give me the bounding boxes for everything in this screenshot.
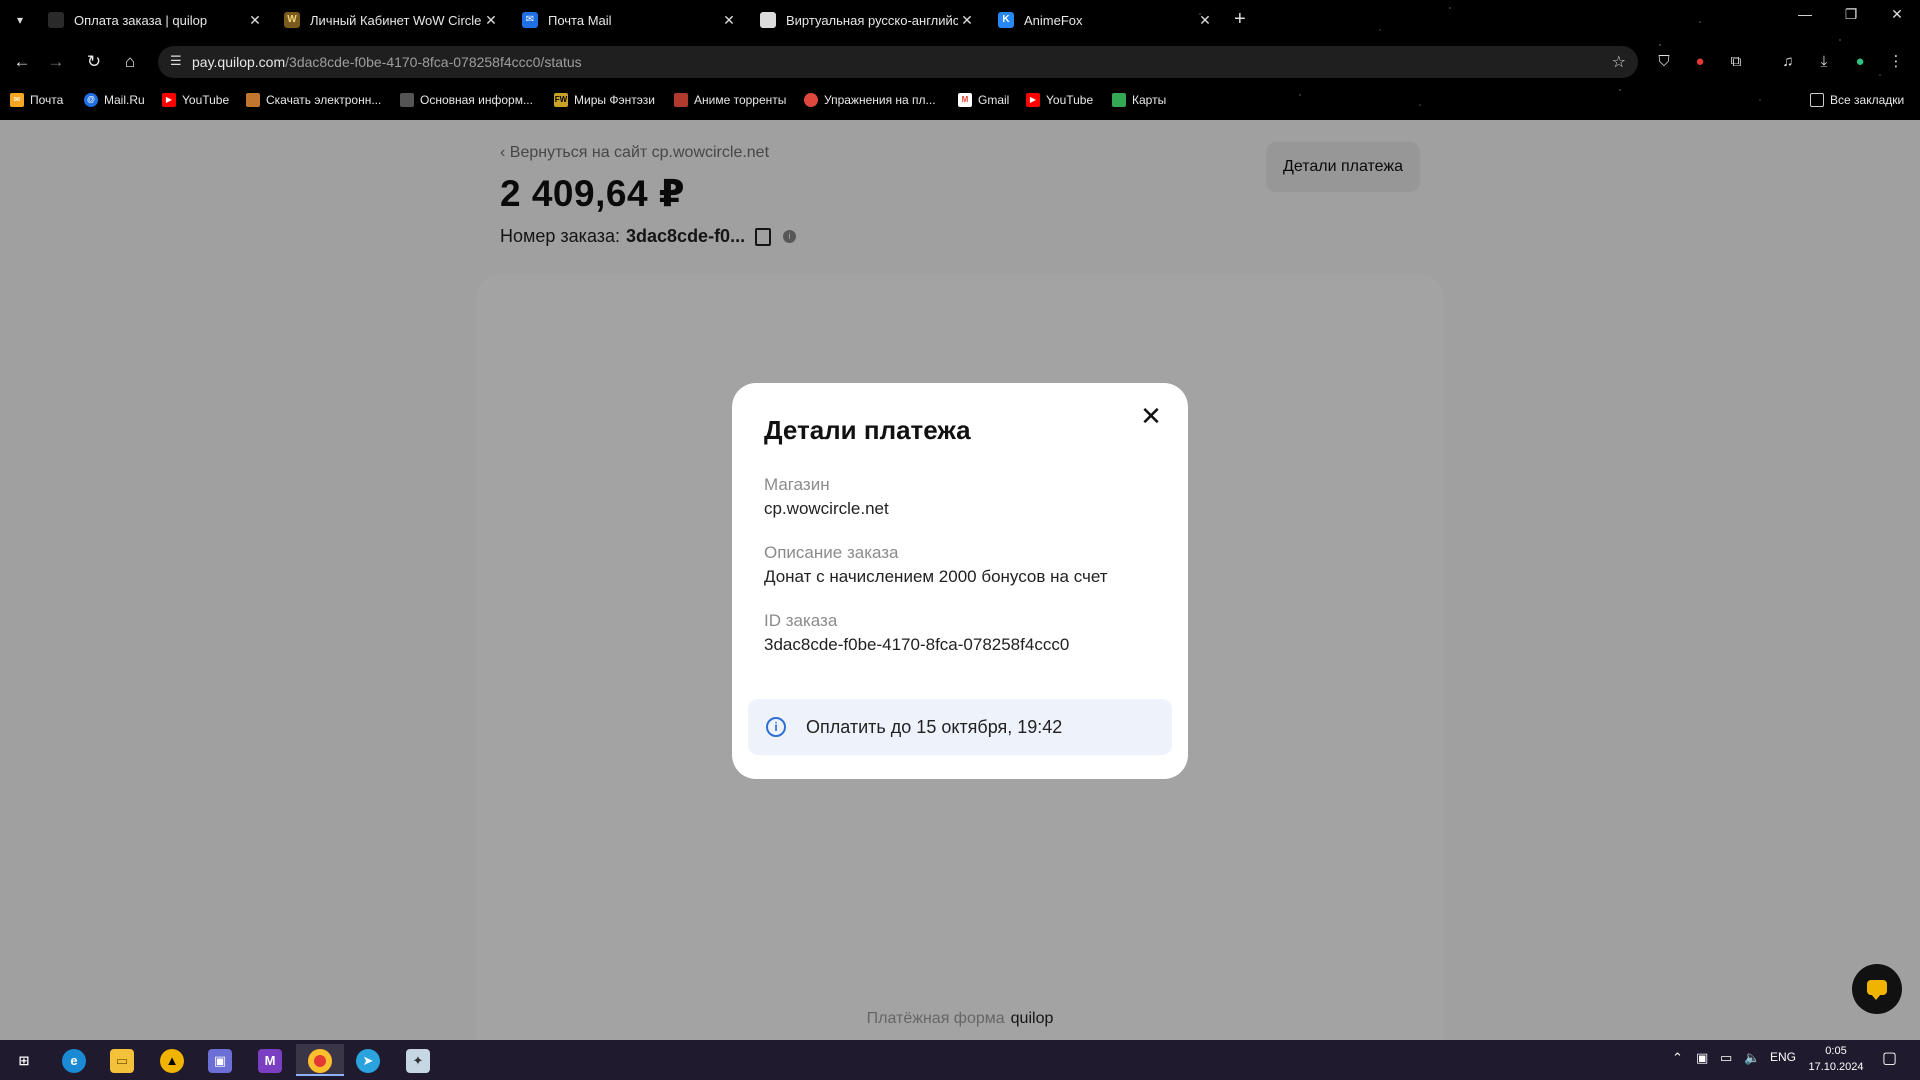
- chrome-icon[interactable]: [296, 1044, 344, 1076]
- tab-strip: ▾ Оплата заказа | quilop ✕ W Личный Каби…: [0, 0, 1920, 40]
- toolbar: ← → ↻ ⌂ ☰ pay.quilop.com/3dac8cde-f0be-4…: [0, 44, 1920, 80]
- payment-details-modal: Детали платежа ✕ Магазин cp.wowcircle.ne…: [732, 383, 1188, 779]
- gmail-icon: M: [958, 93, 972, 107]
- bookmark-item[interactable]: Упражнения на пл...: [804, 90, 936, 110]
- bookmark-item[interactable]: Основная информ...: [400, 90, 533, 110]
- shop-field: Магазин cp.wowcircle.net: [764, 475, 889, 518]
- bookmark-star-icon[interactable]: ☆: [1612, 52, 1626, 72]
- bookmark-item[interactable]: ▶ YouTube: [162, 90, 229, 110]
- save-disk-icon[interactable]: ▣: [196, 1044, 244, 1076]
- info-circle-icon: i: [766, 717, 786, 737]
- tab-mail[interactable]: ✉ Почта Mail ✕: [522, 6, 738, 34]
- tab-keyboard[interactable]: Виртуальная русско-английск ✕: [760, 6, 976, 34]
- modal-backdrop[interactable]: Детали платежа ✕ Магазин cp.wowcircle.ne…: [0, 120, 1920, 1040]
- back-arrow-icon[interactable]: ←: [10, 50, 34, 74]
- anime-torrent-icon: [674, 93, 688, 107]
- minimize-icon[interactable]: —: [1782, 6, 1828, 22]
- folder-icon: [1810, 93, 1824, 107]
- network-icon[interactable]: ▭: [1720, 1050, 1732, 1066]
- bookmark-item[interactable]: ✉ Почта: [10, 90, 63, 110]
- youtube-icon: ▶: [1026, 93, 1040, 107]
- support-chat-button[interactable]: [1852, 964, 1902, 1014]
- order-id-field: ID заказа 3dac8cde-f0be-4170-8fca-078258…: [764, 611, 1070, 654]
- clock[interactable]: 0:05 17.10.2024: [1800, 1043, 1872, 1075]
- forward-arrow-icon[interactable]: →: [44, 50, 68, 74]
- fantasy-worlds-icon: FW: [554, 93, 568, 107]
- restore-icon[interactable]: ❐: [1828, 6, 1874, 23]
- close-window-icon[interactable]: ✕: [1874, 6, 1920, 23]
- red-extension-icon[interactable]: ●: [1688, 50, 1712, 74]
- payment-deadline-notice: i Оплатить до 15 октября, 19:42: [748, 699, 1172, 755]
- url-text[interactable]: pay.quilop.com/3dac8cde-f0be-4170-8fca-0…: [192, 54, 582, 70]
- tray-webcam-icon[interactable]: ▣: [1696, 1050, 1708, 1066]
- modal-title: Детали платежа: [764, 415, 971, 445]
- shield-extension-icon[interactable]: ⛉: [1652, 50, 1676, 74]
- chat-bubble-icon: [1867, 980, 1887, 1000]
- notifications-icon[interactable]: ▢: [1882, 1048, 1897, 1068]
- app-triangle-icon[interactable]: ▲: [148, 1044, 196, 1076]
- bookmark-item[interactable]: M Gmail: [958, 90, 1009, 110]
- puzzle-extensions-icon[interactable]: ⧉: [1724, 50, 1748, 74]
- wowcircle-favicon-icon: W: [284, 12, 300, 28]
- order-description-field: Описание заказа Донат с начислением 2000…: [764, 543, 1108, 586]
- bookmark-item[interactable]: FW Миры Фэнтэзи: [554, 90, 655, 110]
- new-tab-icon[interactable]: +: [1234, 8, 1246, 31]
- tab-quilop[interactable]: Оплата заказа | quilop ✕: [48, 6, 264, 34]
- vk-favicon-icon: K: [998, 12, 1014, 28]
- mailru-icon: @: [84, 93, 98, 107]
- downloads-icon[interactable]: ⤓: [1812, 50, 1836, 74]
- profile-avatar-icon[interactable]: ●: [1848, 50, 1872, 74]
- address-bar[interactable]: ☰ pay.quilop.com/3dac8cde-f0be-4170-8fca…: [158, 46, 1638, 78]
- close-tab-icon[interactable]: ✕: [720, 12, 738, 29]
- edge-icon[interactable]: e: [50, 1044, 98, 1076]
- quilop-favicon-icon: [48, 12, 64, 28]
- maps-icon: [1112, 93, 1126, 107]
- page-viewport: ‹ Вернуться на сайт cp.wowcircle.net 2 4…: [0, 120, 1920, 1040]
- bookmarks-bar: ✉ Почта @ Mail.Ru ▶ YouTube Скачать электро…: [0, 86, 1920, 114]
- close-tab-icon[interactable]: ✕: [246, 12, 264, 29]
- bookmark-item[interactable]: Карты: [1112, 90, 1166, 110]
- volume-icon[interactable]: 🔈: [1744, 1050, 1760, 1066]
- file-explorer-icon[interactable]: ▭: [98, 1044, 146, 1076]
- media-control-icon[interactable]: ♫: [1776, 50, 1800, 74]
- visual-studio-icon[interactable]: M: [246, 1044, 294, 1076]
- tab-wowcircle[interactable]: W Личный Кабинет WoW Circle ✕: [284, 6, 500, 34]
- book-icon: [246, 93, 260, 107]
- more-menu-icon[interactable]: ⋮: [1884, 50, 1908, 74]
- feather-icon: [400, 93, 414, 107]
- bookmark-item[interactable]: Скачать электронн...: [246, 90, 381, 110]
- tab-animefox[interactable]: K AnimeFox ✕: [998, 6, 1214, 34]
- youtube-icon: ▶: [162, 93, 176, 107]
- mail-favicon-icon: ✉: [522, 12, 538, 28]
- close-tab-icon[interactable]: ✕: [482, 12, 500, 29]
- home-icon[interactable]: ⌂: [118, 50, 142, 74]
- bookmark-item[interactable]: @ Mail.Ru: [84, 90, 145, 110]
- windows-taskbar: ⊞ e ▭ ▲ ▣ M ➤ ✦ ⌃ ▣ ▭ 🔈 ENG 0:05 17.10.20…: [0, 1040, 1920, 1080]
- telegram-icon[interactable]: ➤: [344, 1044, 392, 1076]
- mail-envelope-icon: ✉: [10, 93, 24, 107]
- browser-chrome: ▾ Оплата заказа | quilop ✕ W Личный Каби…: [0, 0, 1920, 120]
- bookmark-item[interactable]: Аниме торренты: [674, 90, 786, 110]
- tab-search-icon[interactable]: ▾: [10, 10, 30, 30]
- exercise-icon: [804, 93, 818, 107]
- site-info-icon[interactable]: ☰: [170, 53, 182, 69]
- language-indicator[interactable]: ENG: [1770, 1050, 1796, 1064]
- bookmark-item[interactable]: ▶ YouTube: [1026, 90, 1093, 110]
- close-tab-icon[interactable]: ✕: [1196, 12, 1214, 29]
- keyboard-favicon-icon: [760, 12, 776, 28]
- windows-start-icon[interactable]: ⊞: [0, 1044, 48, 1076]
- close-tab-icon[interactable]: ✕: [958, 12, 976, 29]
- reload-icon[interactable]: ↻: [82, 50, 106, 74]
- all-bookmarks[interactable]: Все закладки: [1810, 90, 1904, 110]
- game-launcher-icon[interactable]: ✦: [394, 1044, 442, 1076]
- tray-chevron-icon[interactable]: ⌃: [1672, 1050, 1683, 1066]
- close-icon[interactable]: ✕: [1134, 399, 1168, 433]
